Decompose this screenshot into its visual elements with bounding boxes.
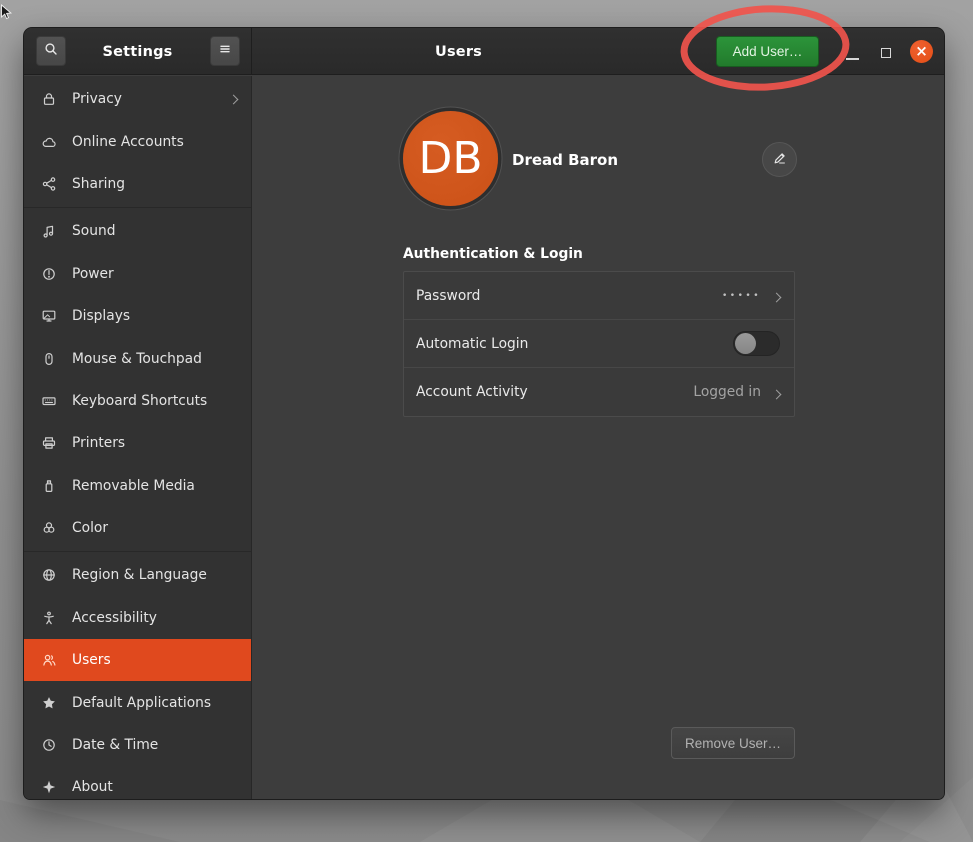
row-password[interactable]: Password •••••	[404, 272, 794, 320]
automatic-login-toggle[interactable]	[733, 331, 780, 356]
sidebar-item-sound[interactable]: Sound	[24, 210, 251, 252]
lock-icon	[41, 91, 57, 107]
menu-icon	[217, 41, 233, 61]
share-icon	[41, 176, 57, 192]
user-full-name: Dread Baron	[512, 151, 618, 169]
mouse-icon	[41, 351, 57, 367]
sidebar-item-power[interactable]: Power	[24, 253, 251, 295]
content-headerbar: Users Add User… ×	[253, 28, 944, 75]
add-user-button[interactable]: Add User…	[716, 36, 819, 67]
minimize-button[interactable]	[846, 58, 859, 60]
display-icon	[41, 308, 57, 324]
remove-user-button[interactable]: Remove User…	[671, 727, 795, 759]
cloud-icon	[41, 134, 57, 150]
sidebar-item-label: Accessibility	[72, 610, 157, 626]
settings-window: Settings Users Add User… × Privacy Online…	[24, 28, 944, 799]
sidebar-item-label: Mouse & Touchpad	[72, 351, 202, 367]
row-label: Password	[416, 288, 480, 304]
row-right: •••••	[722, 286, 780, 305]
row-right: Logged in	[693, 383, 780, 402]
row-label: Automatic Login	[416, 336, 528, 352]
usb-drive-icon	[41, 478, 57, 494]
sidebar-item-label: Removable Media	[72, 478, 195, 494]
sidebar-item-label: Default Applications	[72, 695, 211, 711]
sidebar-item-label: Displays	[72, 308, 130, 324]
users-icon	[41, 652, 57, 668]
sidebar-item-keyboard-shortcuts[interactable]: Keyboard Shortcuts	[24, 380, 251, 422]
row-account-activity[interactable]: Account Activity Logged in	[404, 368, 794, 416]
sidebar-item-label: Color	[72, 520, 108, 536]
row-label: Account Activity	[416, 384, 528, 400]
row-automatic-login[interactable]: Automatic Login	[404, 320, 794, 368]
chevron-right-icon	[773, 286, 780, 305]
sidebar-item-label: Region & Language	[72, 567, 207, 583]
sidebar-nav: Privacy Online Accounts Sharing Sound Power D…	[24, 76, 252, 799]
sidebar-item-online-accounts[interactable]: Online Accounts	[24, 120, 251, 162]
sidebar-headerbar: Settings	[24, 28, 252, 75]
chevron-right-icon	[773, 383, 780, 402]
star-icon	[41, 695, 57, 711]
sidebar-item-sharing[interactable]: Sharing	[24, 163, 251, 205]
music-note-icon	[41, 223, 57, 239]
sidebar-item-about[interactable]: About	[24, 766, 251, 799]
sidebar-item-label: Keyboard Shortcuts	[72, 393, 207, 409]
sidebar-item-label: Sharing	[72, 176, 125, 192]
sidebar-item-mouse-and-touchpad[interactable]: Mouse & Touchpad	[24, 337, 251, 379]
sparkle-icon	[41, 779, 57, 795]
keyboard-icon	[41, 393, 57, 409]
auth-login-list: Password ••••• Automatic Login Account Acti…	[403, 271, 795, 417]
avatar[interactable]: DB	[403, 111, 498, 206]
sidebar-item-removable-media[interactable]: Removable Media	[24, 465, 251, 507]
primary-menu-button[interactable]	[210, 36, 240, 66]
globe-icon	[41, 567, 57, 583]
sidebar-item-users[interactable]: Users	[24, 639, 251, 681]
sidebar-item-label: About	[72, 779, 113, 795]
sidebar-item-label: Online Accounts	[72, 134, 184, 150]
row-value: •••••	[722, 291, 761, 301]
users-panel: DB Dread Baron Authentication & Login Pa…	[253, 76, 944, 799]
mouse-cursor	[0, 4, 16, 22]
sidebar-item-displays[interactable]: Displays	[24, 295, 251, 337]
sidebar-separator	[24, 207, 251, 208]
headerbar: Settings Users Add User… ×	[24, 28, 944, 75]
edit-name-button[interactable]	[762, 142, 797, 177]
sidebar-item-printers[interactable]: Printers	[24, 422, 251, 464]
section-title: Authentication & Login	[403, 246, 583, 262]
row-right	[733, 331, 780, 356]
toggle-knob	[735, 333, 756, 354]
sidebar-item-label: Sound	[72, 223, 115, 239]
edit-icon	[772, 150, 788, 170]
close-button[interactable]: ×	[910, 40, 933, 63]
sidebar-separator	[24, 551, 251, 552]
sidebar-item-color[interactable]: Color	[24, 507, 251, 549]
accessibility-icon	[41, 610, 57, 626]
printer-icon	[41, 435, 57, 451]
sidebar-item-region-and-language[interactable]: Region & Language	[24, 554, 251, 596]
sidebar-item-label: Printers	[72, 435, 125, 451]
sidebar-item-label: Users	[72, 652, 111, 668]
sidebar-item-label: Privacy	[72, 91, 122, 107]
sidebar-item-accessibility[interactable]: Accessibility	[24, 597, 251, 639]
sidebar-item-label: Power	[72, 266, 114, 282]
chevron-right-icon	[230, 91, 237, 107]
page-title: Users	[253, 28, 664, 75]
sidebar-item-date-and-time[interactable]: Date & Time	[24, 724, 251, 766]
sidebar-item-privacy[interactable]: Privacy	[24, 78, 251, 120]
row-value: Logged in	[693, 384, 761, 400]
maximize-button[interactable]	[881, 48, 891, 58]
color-icon	[41, 520, 57, 536]
power-icon	[41, 266, 57, 282]
sidebar-item-label: Date & Time	[72, 737, 158, 753]
sidebar-item-default-applications[interactable]: Default Applications	[24, 681, 251, 723]
clock-icon	[41, 737, 57, 753]
